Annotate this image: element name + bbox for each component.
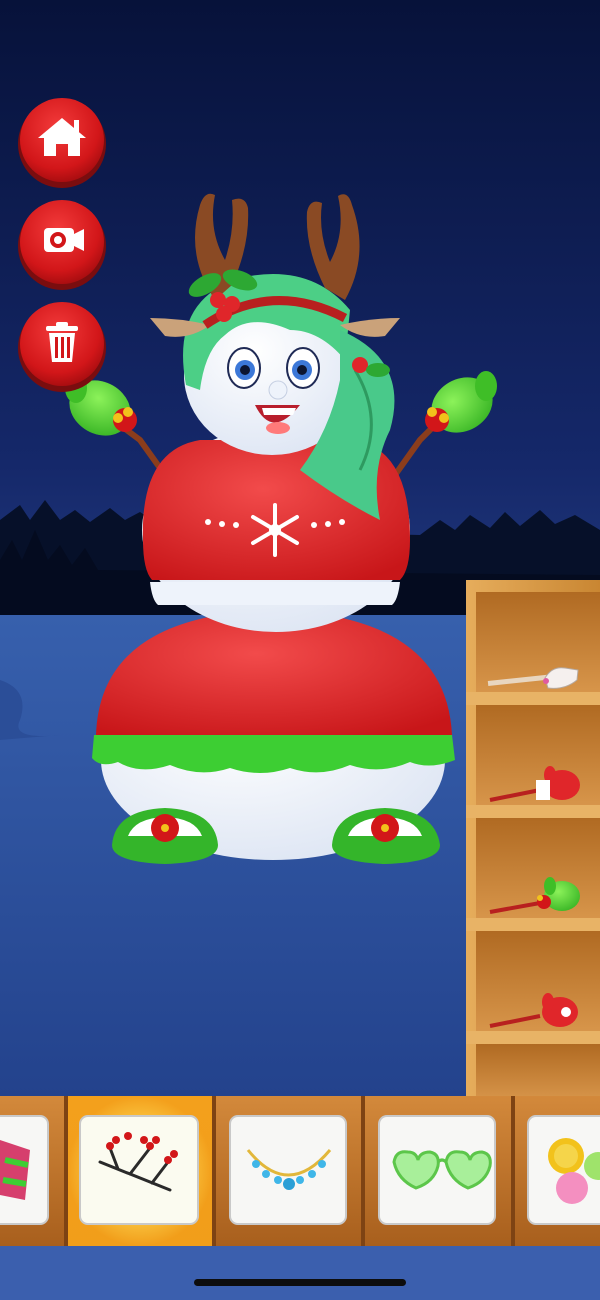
category-buttons[interactable] <box>527 1115 600 1225</box>
item-shelf <box>466 580 600 1100</box>
scarf-icon <box>0 1140 30 1200</box>
category-berry-branch[interactable] <box>68 1096 212 1246</box>
home-button[interactable] <box>18 98 106 188</box>
game-scene <box>0 0 600 1300</box>
category-necklace[interactable] <box>229 1115 347 1225</box>
home-indicator[interactable] <box>194 1279 406 1286</box>
category-scarf[interactable] <box>0 1115 49 1225</box>
camera-button[interactable] <box>18 200 106 290</box>
delete-button[interactable] <box>18 302 106 392</box>
category-glasses[interactable] <box>378 1115 496 1225</box>
